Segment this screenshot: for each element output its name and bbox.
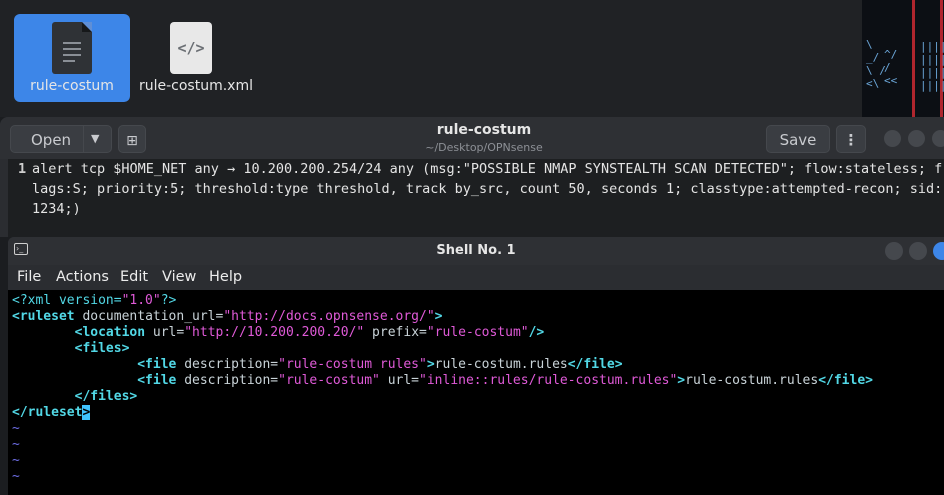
xml-declaration: <?xml version= (12, 293, 122, 308)
editor-headerbar: Open ▼ ⊞ rule-costum ~/Desktop/OPNsense … (0, 117, 944, 159)
xml-value: "rule-costum rules" (278, 357, 427, 372)
xml-code-icon: </> (170, 22, 212, 74)
xml-line: </files> (12, 389, 138, 405)
button-separator (83, 126, 84, 152)
xml-line: <ruleset documentation_url="http://docs.… (12, 309, 443, 325)
xml-line: <files> (12, 341, 130, 357)
minimize-button[interactable] (885, 242, 903, 260)
menu-edit[interactable]: Edit (120, 269, 148, 285)
xml-attr: description= (176, 373, 279, 388)
file-item-rule-costum[interactable]: rule-costum (14, 14, 130, 102)
xml-text: rule-costum.rules (434, 357, 568, 372)
text-line (63, 48, 81, 50)
new-document-icon: ⊞ (126, 133, 138, 149)
menu-file[interactable]: File (17, 269, 41, 285)
menu-help[interactable]: Help (209, 269, 242, 285)
xml-tag-end: > (434, 309, 443, 324)
wallpaper-glyphs: \ _/\ / <\ (866, 38, 886, 90)
xml-declaration-end: ?> (160, 293, 177, 308)
xml-value: "rule-costum" (278, 373, 380, 388)
xml-line: <?xml version="1.0"?> (12, 293, 176, 309)
text-cursor: > (82, 405, 91, 420)
text-document-icon (52, 22, 92, 74)
xml-tag: <location (74, 325, 146, 340)
file-name: rule-costum.xml (138, 78, 253, 94)
open-button[interactable]: Open ▼ (10, 125, 112, 153)
xml-tag-end: > (426, 357, 435, 372)
xml-tag-end: /> (528, 325, 545, 340)
document-path: ~/Desktop/OPNsense (425, 141, 543, 154)
xml-tag: <file (137, 357, 177, 372)
xml-attr: url= (379, 373, 420, 388)
menu-actions[interactable]: Actions (56, 269, 109, 285)
rule-text[interactable]: alert tcp $HOME_NET any → 10.200.200.254… (32, 159, 944, 219)
xml-attr: prefix= (364, 325, 427, 340)
maximize-button[interactable] (908, 130, 925, 147)
line-number: 1 (18, 161, 27, 177)
wallpaper-glyphs: ^// << (884, 48, 898, 87)
file-name: rule-costum (30, 78, 114, 94)
xml-attr: documentation_url= (74, 309, 224, 324)
xml-tag: <ruleset (12, 309, 75, 324)
desktop-wallpaper: \ _/\ / <\ ^// << |||| |||| |||| |||| (862, 0, 944, 117)
xml-tag: </file> (567, 357, 623, 372)
page-fold (82, 22, 92, 32)
xml-attr: description= (176, 357, 279, 372)
file-manager-view: rule-costum </> rule-costum.xml (0, 0, 863, 117)
xml-value: "inline::rules/rule-costum.rules" (419, 373, 678, 388)
close-button[interactable] (933, 242, 944, 260)
xml-line: <location url="http://10.200.200.20/" pr… (12, 325, 545, 341)
xml-tag: </files> (74, 389, 138, 404)
menu-button[interactable]: ⋮ (836, 125, 866, 153)
terminal-titlebar: ›_ Shell No. 1 (8, 237, 944, 265)
wallpaper-glyphs: |||| |||| |||| |||| (920, 40, 944, 92)
vim-empty-line: ~ (12, 437, 20, 452)
xml-line: <file description="rule-costum" url="inl… (12, 373, 873, 389)
new-tab-button[interactable]: ⊞ (118, 125, 146, 153)
xml-tag: <file (137, 373, 177, 388)
menu-view[interactable]: View (162, 269, 196, 285)
red-bar (912, 0, 915, 117)
xml-tag: </file> (818, 373, 873, 388)
vertical-dots-icon: ⋮ (843, 131, 859, 149)
vim-empty-line: ~ (12, 421, 20, 436)
terminal-menubar: File Actions Edit View Help (8, 265, 944, 290)
xml-value: "rule-costum" (426, 325, 529, 340)
xml-tag-end: > (677, 373, 686, 388)
file-item-rule-costum-xml[interactable]: </> rule-costum.xml (138, 14, 254, 102)
close-button[interactable] (932, 130, 944, 147)
vim-empty-line: ~ (12, 453, 20, 468)
terminal-output[interactable]: <?xml version="1.0"?> <ruleset documenta… (8, 290, 944, 495)
xml-value: "1.0" (121, 293, 161, 308)
xml-line: </ruleset> (12, 405, 91, 421)
xml-tag: </ruleset (12, 405, 83, 420)
text-editor-window: Open ▼ ⊞ rule-costum ~/Desktop/OPNsense … (0, 117, 944, 237)
document-title: rule-costum (436, 122, 532, 138)
xml-attr: url= (145, 325, 185, 340)
terminal-title: Shell No. 1 (436, 243, 516, 258)
text-line (63, 54, 81, 56)
vim-empty-line: ~ (12, 469, 20, 484)
minimize-button[interactable] (884, 130, 901, 147)
xml-line: <file description="rule-costum rules">ru… (12, 357, 623, 373)
open-label: Open (31, 131, 72, 149)
text-line (63, 42, 81, 44)
xml-value: "http://docs.opnsense.org/" (223, 309, 435, 324)
terminal-window: ›_ Shell No. 1 File Actions Edit View He… (8, 237, 944, 495)
chevron-down-icon[interactable]: ▼ (91, 125, 99, 153)
editor-text-area[interactable]: 1 alert tcp $HOME_NET any → 10.200.200.2… (8, 159, 944, 237)
xml-tag: <files> (74, 341, 130, 356)
maximize-button[interactable] (909, 242, 927, 260)
save-button[interactable]: Save (766, 125, 830, 153)
xml-text: rule-costum.rules (685, 373, 819, 388)
xml-value: "http://10.200.200.20/" (184, 325, 365, 340)
text-line (63, 60, 75, 62)
